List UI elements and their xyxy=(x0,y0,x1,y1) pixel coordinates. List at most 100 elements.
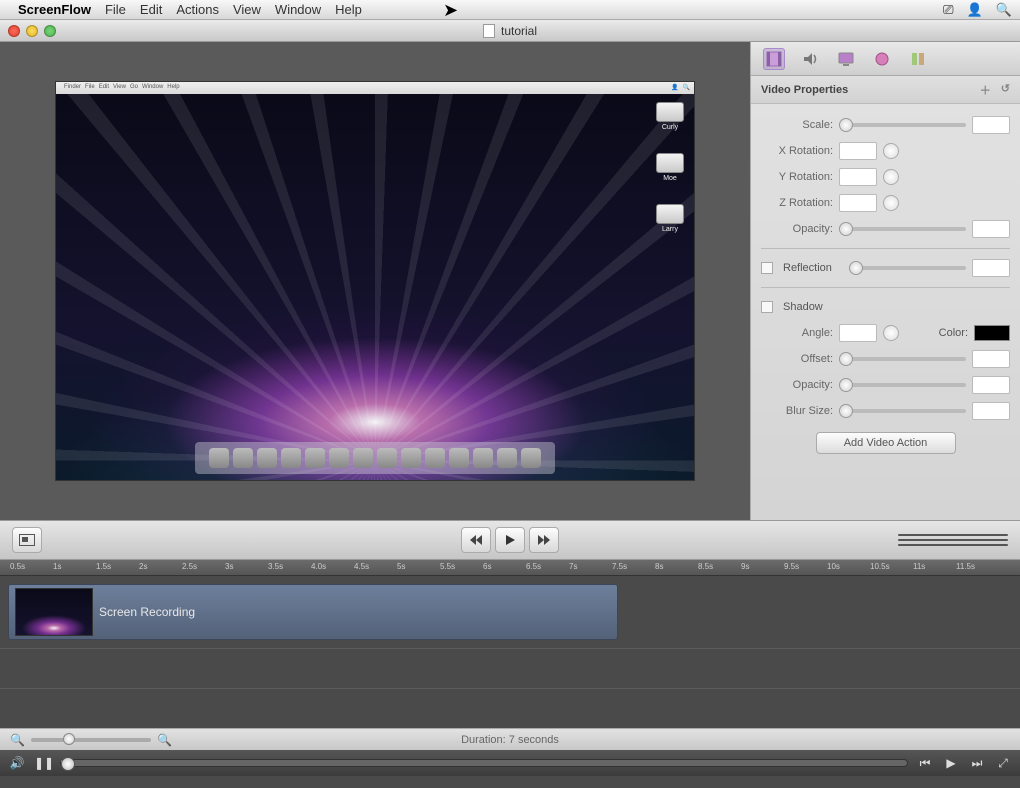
ruler-mark: 3s xyxy=(225,562,233,571)
menu-file[interactable]: File xyxy=(105,2,126,17)
dial-angle[interactable] xyxy=(883,325,899,341)
dial-y-rotation[interactable] xyxy=(883,169,899,185)
os-menubar: ScreenFlow File Edit Actions View Window… xyxy=(0,0,1020,20)
timeline-clip[interactable]: Screen Recording xyxy=(8,584,618,640)
menu-view[interactable]: View xyxy=(233,2,261,17)
ruler-mark: 1s xyxy=(53,562,61,571)
checkbox-reflection[interactable] xyxy=(761,262,773,274)
slider-reflection[interactable] xyxy=(849,266,966,270)
window-titlebar: tutorial xyxy=(0,20,1020,42)
volume-icon[interactable]: 🔊 xyxy=(8,756,26,770)
input-z-rotation[interactable] xyxy=(839,194,877,212)
inspector-tab-callout[interactable] xyxy=(871,48,893,70)
inspector-tab-audio[interactable] xyxy=(799,48,821,70)
ruler-mark: 3.5s xyxy=(268,562,283,571)
input-scale[interactable] xyxy=(972,116,1010,134)
ruler-mark: 11.5s xyxy=(956,562,975,571)
label-scale: Scale: xyxy=(761,119,833,131)
play-button[interactable] xyxy=(495,527,525,553)
label-blur: Blur Size: xyxy=(761,405,833,417)
scrubber[interactable] xyxy=(60,759,908,767)
label-shadow: Shadow xyxy=(783,301,823,313)
play2-icon[interactable]: ▶ xyxy=(942,756,960,770)
pause-icon[interactable]: ❚❚ xyxy=(34,756,52,770)
menu-edit[interactable]: Edit xyxy=(140,2,162,17)
slider-shadow-opacity[interactable] xyxy=(839,383,966,387)
timeline-tracks[interactable]: Screen Recording xyxy=(0,576,1020,728)
input-y-rotation[interactable] xyxy=(839,168,877,186)
label-color: Color: xyxy=(939,327,968,339)
canvas-area[interactable]: Finder File Edit View Go Window Help 👤🔍 … xyxy=(0,42,750,520)
preview-viewport[interactable]: Finder File Edit View Go Window Help 👤🔍 … xyxy=(55,81,695,481)
ruler-mark: 5.5s xyxy=(440,562,455,571)
label-z-rotation: Z Rotation: xyxy=(761,197,833,209)
inspector-add-icon[interactable]: ＋ xyxy=(980,82,991,98)
inspector-reset-icon[interactable]: ↺ xyxy=(1001,82,1010,98)
zoom-in-icon[interactable]: 🔍 xyxy=(157,733,172,747)
label-angle: Angle: xyxy=(761,327,833,339)
inspector-tab-video[interactable] xyxy=(763,48,785,70)
inspector-tab-annotations[interactable] xyxy=(907,48,929,70)
label-shadow-opacity: Opacity: xyxy=(761,379,833,391)
input-reflection[interactable] xyxy=(972,259,1010,277)
slider-offset[interactable] xyxy=(839,357,966,361)
ruler-mark: 10.5s xyxy=(870,562,890,571)
ruler-mark: 7s xyxy=(569,562,577,571)
next-icon[interactable]: ⏭ xyxy=(968,756,986,771)
window-zoom-button[interactable] xyxy=(44,25,56,37)
add-video-action-button[interactable]: Add Video Action xyxy=(816,432,956,454)
input-x-rotation[interactable] xyxy=(839,142,877,160)
ruler-mark: 2s xyxy=(139,562,147,571)
forward-button[interactable] xyxy=(529,527,559,553)
label-x-rotation: X Rotation: xyxy=(761,145,833,157)
ruler-mark: 6s xyxy=(483,562,491,571)
menu-window[interactable]: Window xyxy=(275,2,321,17)
menu-actions[interactable]: Actions xyxy=(176,2,219,17)
clip-label: Screen Recording xyxy=(99,605,195,619)
input-angle[interactable] xyxy=(839,324,877,342)
duration-label: Duration: 7 seconds xyxy=(461,734,559,746)
input-offset[interactable] xyxy=(972,350,1010,368)
zoom-out-icon[interactable]: 🔍 xyxy=(10,733,25,747)
inspector-tab-screen[interactable] xyxy=(835,48,857,70)
slider-opacity[interactable] xyxy=(839,227,966,231)
checkbox-shadow[interactable] xyxy=(761,301,773,313)
ruler-mark: 4.5s xyxy=(354,562,369,571)
document-icon xyxy=(483,24,495,38)
spotlight-icon[interactable]: 🔍 xyxy=(996,2,1012,17)
timeline-zoom-slider[interactable] xyxy=(31,738,151,742)
ruler-mark: 8s xyxy=(655,562,663,571)
window-close-button[interactable] xyxy=(8,25,20,37)
ruler-mark: 1.5s xyxy=(96,562,111,571)
slider-blur[interactable] xyxy=(839,409,966,413)
user-icon[interactable]: 👤 xyxy=(967,2,983,17)
label-offset: Offset: xyxy=(761,353,833,365)
playback-bar: 🔊 ❚❚ ⏮ ▶ ⏭ ⤢ xyxy=(0,750,1020,776)
rewind-button[interactable] xyxy=(461,527,491,553)
timeline-zoom-control[interactable] xyxy=(898,534,1008,546)
camera-icon[interactable]: ⎚ xyxy=(943,2,953,17)
ruler-mark: 8.5s xyxy=(698,562,713,571)
prev-icon[interactable]: ⏮ xyxy=(916,756,934,771)
dial-z-rotation[interactable] xyxy=(883,195,899,211)
input-shadow-opacity[interactable] xyxy=(972,376,1010,394)
slider-scale[interactable] xyxy=(839,123,966,127)
swatch-shadow-color[interactable] xyxy=(974,325,1010,341)
ruler-mark: 10s xyxy=(827,562,840,571)
ruler-mark: 9.5s xyxy=(784,562,799,571)
fullscreen-icon[interactable]: ⤢ xyxy=(994,756,1012,771)
input-opacity[interactable] xyxy=(972,220,1010,238)
label-reflection: Reflection xyxy=(783,262,843,274)
app-menu[interactable]: ScreenFlow xyxy=(18,2,91,17)
menu-help[interactable]: Help xyxy=(335,2,362,17)
dial-x-rotation[interactable] xyxy=(883,143,899,159)
window-minimize-button[interactable] xyxy=(26,25,38,37)
fit-to-window-button[interactable] xyxy=(12,527,42,553)
preview-menubar: Finder File Edit View Go Window Help 👤🔍 xyxy=(56,82,694,94)
preview-desktop-wallpaper xyxy=(56,94,694,480)
input-blur[interactable] xyxy=(972,402,1010,420)
timeline-footer: 🔍 🔍 Duration: 7 seconds xyxy=(0,728,1020,750)
ruler-mark: 6.5s xyxy=(526,562,541,571)
timeline-ruler[interactable]: 0.5s1s1.5s2s2.5s3s3.5s4.0s4.5s5s5.5s6s6.… xyxy=(0,560,1020,576)
preview-desktop-icons: Curly Moe Larry xyxy=(656,102,684,233)
